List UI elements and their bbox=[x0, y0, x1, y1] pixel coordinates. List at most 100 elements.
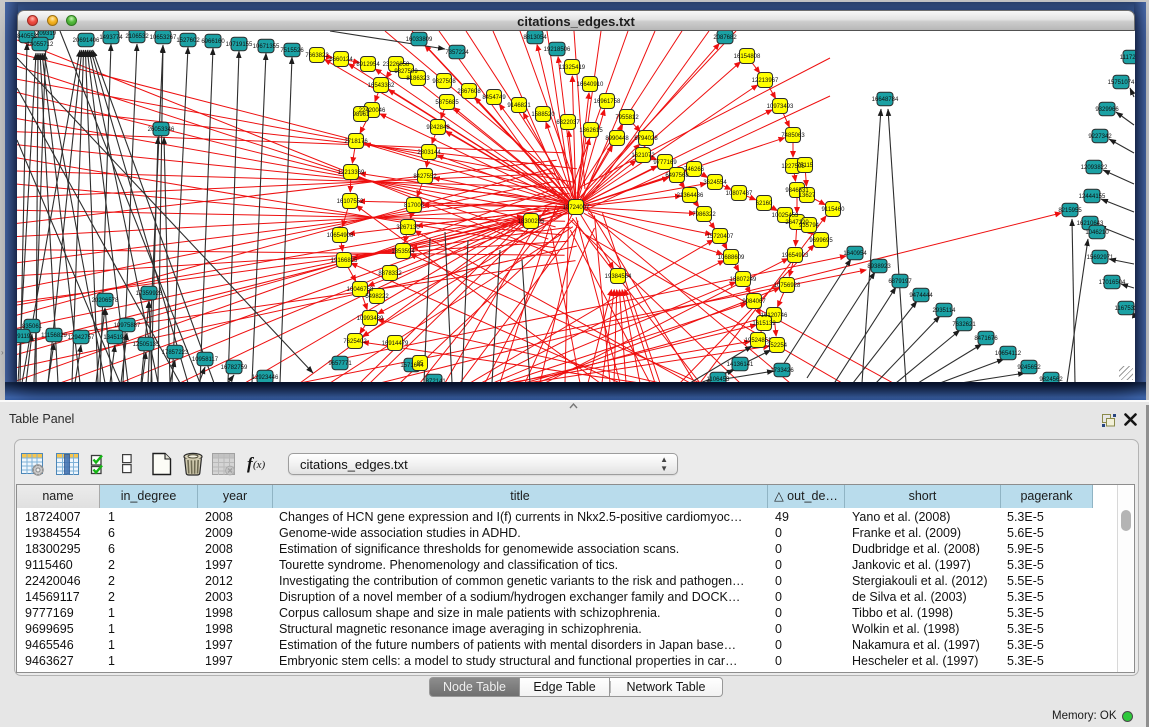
svg-text:2803144: 2803144 bbox=[417, 150, 441, 156]
svg-text:840553: 840553 bbox=[17, 34, 38, 40]
svg-text:8454749: 8454749 bbox=[482, 95, 506, 101]
svg-text:1615132: 1615132 bbox=[752, 321, 776, 327]
svg-text:8990448: 8990448 bbox=[605, 136, 629, 142]
svg-text:62160: 62160 bbox=[756, 201, 773, 207]
svg-text:18724007: 18724007 bbox=[563, 205, 590, 211]
svg-text:10993489: 10993489 bbox=[357, 316, 384, 322]
svg-text:9242848: 9242848 bbox=[426, 125, 450, 131]
svg-text:7485063: 7485063 bbox=[781, 133, 805, 139]
svg-text:85: 85 bbox=[417, 361, 424, 367]
svg-text:8878332: 8878332 bbox=[378, 271, 402, 277]
svg-text:10025453: 10025453 bbox=[772, 213, 799, 219]
svg-text:2935114: 2935114 bbox=[933, 308, 957, 314]
svg-text:10756928: 10756928 bbox=[774, 283, 801, 289]
svg-text:19654923: 19654923 bbox=[782, 253, 809, 259]
svg-text:10654908: 10654908 bbox=[327, 233, 354, 239]
svg-text:935794: 935794 bbox=[799, 223, 820, 229]
svg-text:817006: 817006 bbox=[404, 203, 425, 209]
svg-text:1353594: 1353594 bbox=[391, 249, 415, 255]
svg-text:18300295: 18300295 bbox=[518, 219, 545, 225]
svg-text:16782759: 16782759 bbox=[221, 365, 248, 371]
svg-text:9699695: 9699695 bbox=[809, 238, 833, 244]
svg-text:7357224: 7357224 bbox=[445, 50, 469, 56]
svg-text:13627: 13627 bbox=[799, 193, 816, 199]
svg-text:2106532: 2106532 bbox=[125, 34, 149, 40]
svg-text:9084067: 9084067 bbox=[742, 299, 766, 305]
svg-text:19218506: 19218506 bbox=[544, 47, 571, 53]
svg-text:209319: 209319 bbox=[36, 31, 57, 37]
svg-text:8427552: 8427552 bbox=[413, 174, 437, 180]
svg-text:6966160: 6966160 bbox=[201, 39, 225, 45]
svg-text:1106453: 1106453 bbox=[707, 377, 731, 382]
svg-text:12942757: 12942757 bbox=[68, 335, 95, 341]
svg-text:9227342: 9227342 bbox=[1088, 134, 1112, 140]
svg-text:2867608: 2867608 bbox=[457, 89, 481, 95]
svg-text:1640954: 1640954 bbox=[843, 251, 867, 257]
svg-text:1621072: 1621072 bbox=[631, 153, 655, 159]
svg-text:16543362: 16543362 bbox=[368, 83, 395, 89]
svg-text:19166825: 19166825 bbox=[331, 258, 358, 264]
svg-text:2718176: 2718176 bbox=[344, 139, 368, 145]
svg-text:7515526: 7515526 bbox=[280, 48, 304, 54]
svg-text:1345194: 1345194 bbox=[103, 335, 127, 341]
svg-text:14136141: 14136141 bbox=[727, 362, 754, 368]
svg-text:252254: 252254 bbox=[767, 343, 788, 349]
svg-text:17016504: 17016504 bbox=[1099, 280, 1126, 286]
svg-text:3624554: 3624554 bbox=[703, 180, 727, 186]
svg-text:10807487: 10807487 bbox=[726, 191, 753, 197]
svg-text:5498222: 5498222 bbox=[365, 294, 389, 300]
svg-text:9327508: 9327508 bbox=[432, 79, 456, 85]
svg-text:15720407: 15720407 bbox=[707, 234, 734, 240]
svg-text:16648784: 16648784 bbox=[872, 97, 899, 103]
svg-text:1046210: 1046210 bbox=[1085, 230, 1109, 236]
svg-text:9329966: 9329966 bbox=[1095, 107, 1119, 113]
svg-text:7625402: 7625402 bbox=[343, 339, 367, 345]
svg-text:3267130: 3267130 bbox=[396, 225, 420, 231]
svg-text:12213369: 12213369 bbox=[338, 170, 365, 176]
svg-text:7632621: 7632621 bbox=[952, 322, 976, 328]
svg-text:19384554: 19384554 bbox=[605, 274, 632, 280]
svg-text:1872141: 1872141 bbox=[422, 379, 446, 382]
svg-text:10973493: 10973493 bbox=[767, 104, 794, 110]
svg-text:7663822: 7663822 bbox=[305, 53, 329, 59]
svg-text:12444155: 12444155 bbox=[1079, 194, 1106, 200]
svg-text:9146821: 9146821 bbox=[507, 103, 531, 109]
svg-text:6879197: 6879197 bbox=[888, 279, 912, 285]
svg-text:1493774: 1493774 bbox=[99, 35, 123, 41]
svg-text:9327509: 9327509 bbox=[394, 69, 418, 75]
svg-text:12923446: 12923446 bbox=[252, 375, 279, 381]
svg-text:10654112: 10654112 bbox=[995, 351, 1022, 357]
svg-text:12093822: 12093822 bbox=[1081, 165, 1108, 171]
svg-text:14055712: 14055712 bbox=[27, 42, 54, 48]
svg-text:16914479: 16914479 bbox=[382, 341, 409, 347]
svg-text:20206578: 20206578 bbox=[92, 298, 119, 304]
svg-text:8471676: 8471676 bbox=[974, 336, 998, 342]
svg-text:(x): (x) bbox=[253, 459, 266, 471]
svg-text:9657771: 9657771 bbox=[328, 361, 352, 367]
svg-text:5875685: 5875685 bbox=[435, 100, 459, 106]
svg-text:1167533: 1167533 bbox=[1115, 306, 1135, 312]
svg-text:15692971: 15692971 bbox=[1087, 255, 1114, 261]
svg-text:6497568: 6497568 bbox=[665, 173, 689, 179]
svg-text:11156829: 11156829 bbox=[41, 333, 67, 339]
svg-text:9824562: 9824562 bbox=[1039, 377, 1063, 382]
svg-text:7955812: 7955812 bbox=[615, 115, 639, 121]
svg-text:1117202: 1117202 bbox=[1120, 55, 1135, 61]
svg-text:16640910: 16640910 bbox=[577, 82, 604, 88]
svg-text:12505135: 12505135 bbox=[133, 342, 160, 348]
svg-text:1527602: 1527602 bbox=[176, 38, 200, 44]
svg-text:8938923: 8938923 bbox=[867, 264, 891, 270]
svg-text:16033809: 16033809 bbox=[406, 37, 433, 43]
svg-text:8186323: 8186323 bbox=[406, 76, 430, 82]
svg-text:10653267: 10653267 bbox=[150, 35, 177, 41]
svg-text:1733426: 1733426 bbox=[770, 368, 794, 374]
svg-text:39119: 39119 bbox=[17, 334, 31, 340]
svg-text:16120746: 16120746 bbox=[761, 313, 788, 319]
svg-text:16154808: 16154808 bbox=[734, 54, 761, 60]
svg-text:16210643: 16210643 bbox=[1077, 221, 1104, 227]
svg-text:9474444: 9474444 bbox=[909, 293, 933, 299]
svg-text:21364436: 21364436 bbox=[677, 193, 704, 199]
svg-text:8660124: 8660124 bbox=[329, 57, 353, 63]
svg-text:1588520: 1588520 bbox=[531, 112, 555, 118]
svg-text:10046758: 10046758 bbox=[347, 287, 374, 293]
